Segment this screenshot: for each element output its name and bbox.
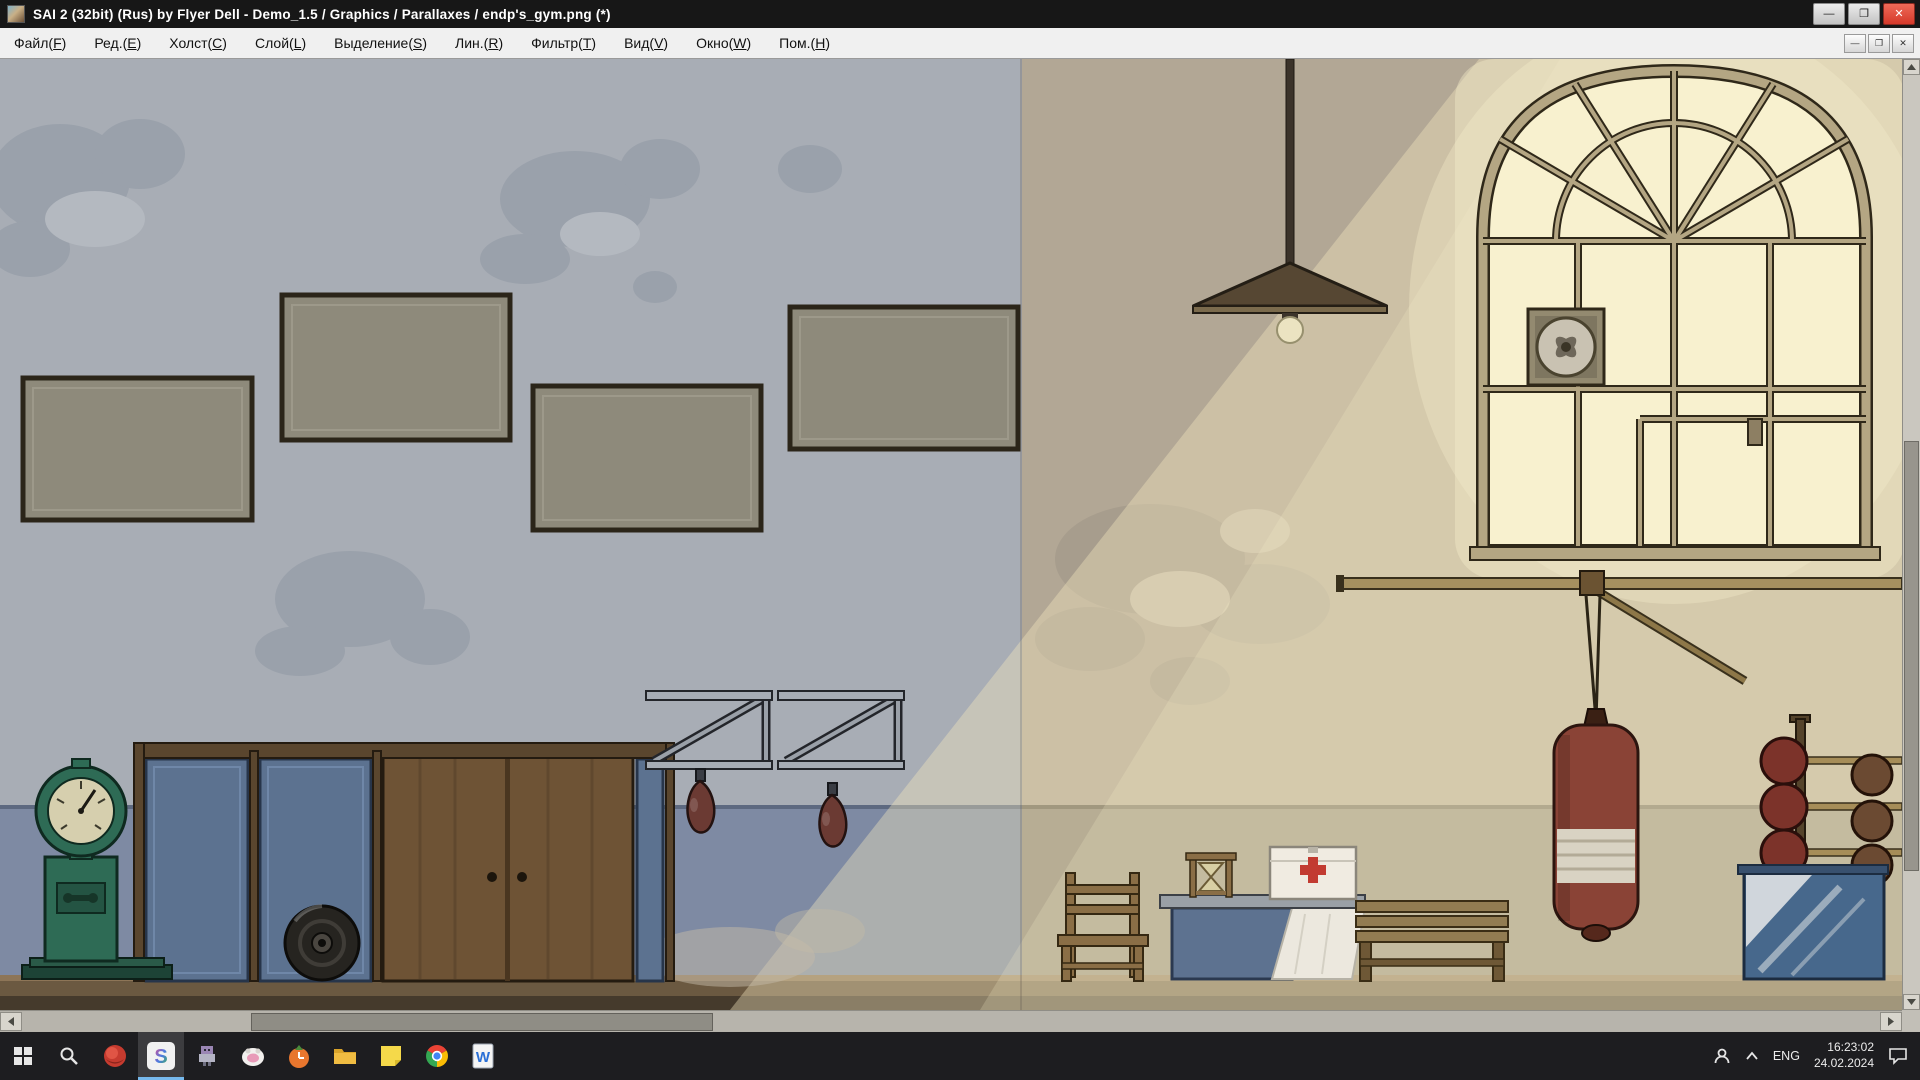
chevron-up-icon[interactable] [1745, 1051, 1759, 1061]
taskbar-app-file-explorer[interactable] [322, 1032, 368, 1080]
windows-logo-icon [14, 1047, 32, 1065]
doc-minimize-button[interactable]: — [1844, 34, 1866, 53]
start-button[interactable] [0, 1032, 46, 1080]
menu-window[interactable]: Окно(W) [682, 28, 765, 58]
doc-restore-button[interactable]: ❐ [1868, 34, 1890, 53]
tomato-timer-icon [286, 1043, 312, 1069]
folder-icon [332, 1043, 358, 1069]
taskbar-app-sticky-notes[interactable] [368, 1032, 414, 1080]
blue-cabinet [1738, 865, 1888, 979]
taskbar-app-writer[interactable]: W [460, 1032, 506, 1080]
clock[interactable]: 16:23:02 24.02.2024 [1814, 1040, 1874, 1071]
menu-edit[interactable]: Ред.(E) [80, 28, 155, 58]
scroll-right-button[interactable] [1880, 1012, 1902, 1031]
menu-ruler[interactable]: Лин.(R) [441, 28, 517, 58]
close-button[interactable]: ✕ [1883, 3, 1915, 25]
scrollbar-corner [1902, 1010, 1920, 1032]
app-icon [7, 5, 25, 23]
titlebar: SAI 2 (32bit) (Rus) by Flyer Dell - Demo… [0, 0, 1920, 28]
scroll-down-button[interactable] [1903, 994, 1920, 1010]
pixel-sprite-icon [195, 1044, 219, 1068]
paint-seal-icon [240, 1043, 266, 1069]
search-button[interactable] [46, 1032, 92, 1080]
writer-document-icon: W [471, 1043, 495, 1069]
window-fan [1528, 309, 1604, 385]
window-controls: — ❐ ✕ [1813, 3, 1920, 25]
doc-close-button[interactable]: ✕ [1892, 34, 1914, 53]
sai2-icon: S [147, 1042, 175, 1070]
red-ball-icon [102, 1043, 128, 1069]
scroll-left-button[interactable] [0, 1012, 22, 1031]
hourglass-stand [1186, 853, 1236, 897]
maximize-button[interactable]: ❐ [1848, 3, 1880, 25]
taskbar-app-chrome[interactable] [414, 1032, 460, 1080]
tray-time: 16:23:02 [1814, 1040, 1874, 1056]
menu-selection[interactable]: Выделение(S) [320, 28, 441, 58]
menu-layer[interactable]: Слой(L) [241, 28, 320, 58]
weight-plate [285, 906, 359, 980]
scroll-up-button[interactable] [1903, 59, 1920, 75]
taskbar-app-pixel-game[interactable] [184, 1032, 230, 1080]
window-title: SAI 2 (32bit) (Rus) by Flyer Dell - Demo… [33, 7, 611, 22]
action-center-icon[interactable] [1888, 1047, 1908, 1065]
taskbar-app-paint-seal[interactable] [230, 1032, 276, 1080]
menu-help[interactable]: Пом.(H) [765, 28, 844, 58]
menu-filter[interactable]: Фильтр(T) [517, 28, 610, 58]
taskbar-app-tomato-timer[interactable] [276, 1032, 322, 1080]
tray-date: 24.02.2024 [1814, 1056, 1874, 1072]
drawing-canvas[interactable] [0, 59, 1902, 1010]
v-scrollbar[interactable] [1902, 59, 1920, 1010]
people-icon[interactable] [1713, 1047, 1731, 1065]
minimize-button[interactable]: — [1813, 3, 1845, 25]
taskbar: S [0, 1032, 1920, 1080]
search-icon [59, 1046, 79, 1066]
arched-window [1409, 59, 1902, 604]
menu-canvas[interactable]: Холст(C) [155, 28, 241, 58]
taskbar-app-red-ball[interactable] [92, 1032, 138, 1080]
menu-view[interactable]: Вид(V) [610, 28, 682, 58]
h-scrollbar[interactable] [0, 1010, 1902, 1032]
language-indicator[interactable]: ENG [1773, 1049, 1800, 1063]
chrome-icon [424, 1043, 450, 1069]
h-scrollbar-thumb[interactable] [251, 1013, 713, 1031]
menubar: Файл(F) Ред.(E) Холст(C) Слой(L) Выделен… [0, 28, 1920, 59]
sticky-note-icon [379, 1044, 403, 1068]
wooden-door [383, 745, 633, 981]
svg-text:W: W [476, 1049, 491, 1066]
desktop-screen: SAI 2 (32bit) (Rus) by Flyer Dell - Demo… [0, 0, 1920, 1080]
v-scrollbar-thumb[interactable] [1904, 441, 1919, 871]
canvas-area [0, 59, 1902, 1010]
first-aid-box [1270, 847, 1356, 899]
menu-file[interactable]: Файл(F) [0, 28, 80, 58]
taskbar-app-sai2[interactable]: S [138, 1032, 184, 1080]
svg-text:S: S [154, 1046, 167, 1068]
system-tray: ENG 16:23:02 24.02.2024 [1701, 1032, 1920, 1080]
lockers-partition [134, 743, 674, 981]
document-window-controls: — ❐ ✕ [1844, 34, 1920, 53]
